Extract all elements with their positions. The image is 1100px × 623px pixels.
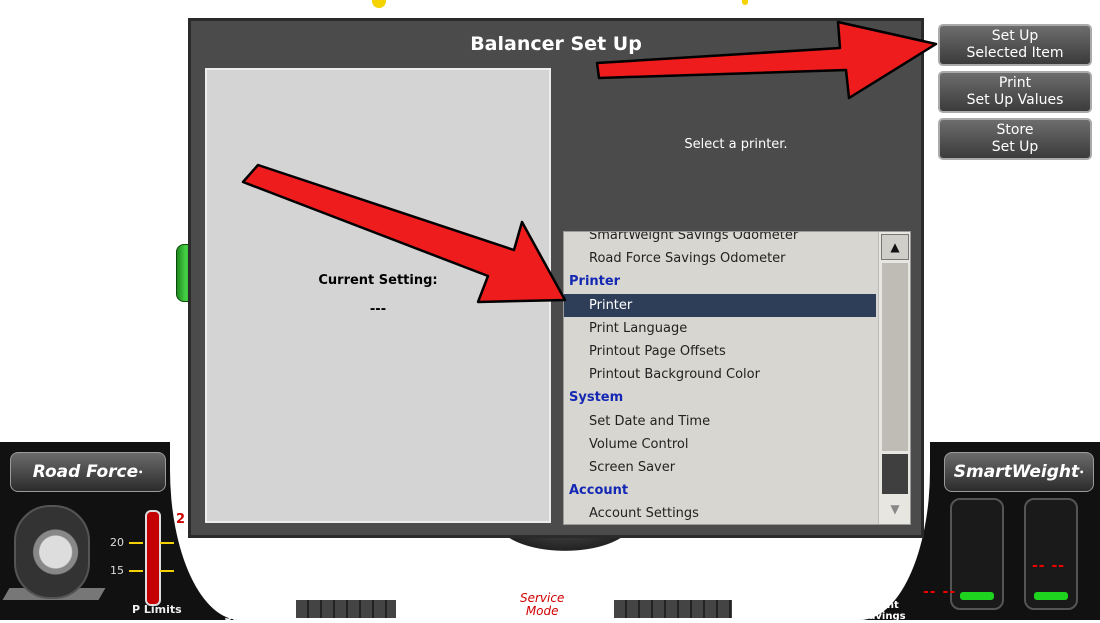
- balancer-setup-dialog: Balancer Set Up Current Setting: --- Sel…: [188, 18, 924, 538]
- current-setting-value: ---: [369, 302, 387, 317]
- print-setup-values-button[interactable]: Print Set Up Values: [938, 71, 1092, 113]
- list-section-header: System: [569, 390, 624, 406]
- smartweight-savings-amount: $1.82: [738, 596, 815, 621]
- service-mode-indicator: Service Mode: [520, 591, 565, 618]
- store-setup-button[interactable]: Store Set Up: [938, 118, 1092, 160]
- tire-rear-icon: [1024, 498, 1078, 610]
- list-item[interactable]: SmartWeight Savings Odometer: [564, 232, 876, 247]
- gauge-top-label: 2: [176, 512, 186, 527]
- smartweight-savings-meter: [614, 600, 732, 618]
- weight-readout-left: -- --: [923, 584, 957, 600]
- current-setting-panel: Current Setting: ---: [205, 68, 551, 523]
- gauge-tick: [129, 570, 143, 572]
- list-item[interactable]: Screen Saver: [564, 456, 876, 479]
- list-item[interactable]: Printout Background Color: [564, 363, 876, 386]
- list-item[interactable]: Road Force Savings Odometer: [564, 247, 876, 270]
- road-force-wheel-icon: [14, 505, 90, 599]
- list-item[interactable]: Volume Control: [564, 433, 876, 456]
- list-scrollbar[interactable]: ▲ ▼: [878, 232, 910, 524]
- p-limits-gauge: [145, 510, 161, 606]
- tire-front-icon: [950, 498, 1004, 610]
- scroll-up-arrow-icon[interactable]: ▲: [881, 234, 909, 260]
- list-item[interactable]: Set Date and Time: [564, 410, 876, 433]
- list-item[interactable]: Print Language: [564, 317, 876, 340]
- prompt-text: Select a printer.: [684, 137, 788, 152]
- smartweight-savings-label: SmartWeight Weight Savings: [818, 600, 906, 622]
- gauge-label-20: 20: [110, 536, 124, 549]
- smartweight-button[interactable]: SmartWeight •: [944, 452, 1094, 492]
- road-force-button[interactable]: Road Force •: [10, 452, 166, 492]
- dialog-title: Balancer Set Up: [470, 33, 642, 55]
- list-item-selected[interactable]: Printer: [564, 293, 876, 317]
- setup-selected-item-button[interactable]: Set Up Selected Item: [938, 24, 1092, 66]
- gauge-tick: [160, 542, 174, 544]
- smartweight-label: SmartWeight: [953, 462, 1080, 482]
- scroll-track[interactable]: [882, 263, 908, 451]
- list-item[interactable]: Printout Page Offsets: [564, 340, 876, 363]
- weight-readout-right: -- --: [1032, 558, 1066, 574]
- gauge-tick: [129, 542, 143, 544]
- list-section-header: Printer: [569, 274, 621, 290]
- gauge-tick: [160, 570, 174, 572]
- p-limits-label: P Limits: [132, 603, 182, 616]
- scroll-down-arrow-icon[interactable]: ▼: [881, 496, 909, 522]
- list-section-header: Account: [569, 483, 629, 499]
- setup-items-list[interactable]: SmartWeight Savings Odometer Road Force S…: [563, 231, 911, 525]
- road-force-label: Road Force: [32, 462, 139, 482]
- road-force-savings-label: Road Force Savings: [214, 599, 284, 623]
- road-force-savings-meter: [296, 600, 396, 618]
- scroll-thumb[interactable]: [882, 454, 908, 494]
- gauge-label-15: 15: [110, 564, 124, 577]
- current-setting-label: Current Setting:: [318, 273, 438, 288]
- list-item[interactable]: Account Settings: [564, 502, 876, 524]
- list-content: SmartWeight Savings Odometer Road Force S…: [564, 232, 876, 524]
- background-yellow-mark: [372, 0, 386, 8]
- background-yellow-mark: [742, 0, 748, 5]
- road-force-savings-amount: $13.50: [404, 596, 496, 621]
